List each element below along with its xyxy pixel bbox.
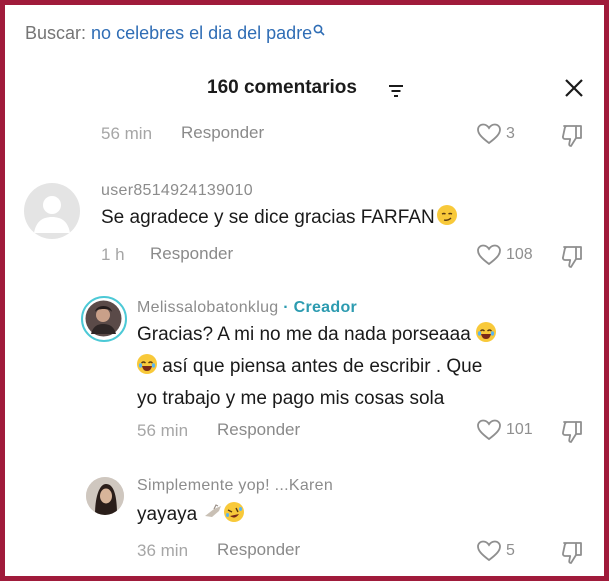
search-label: Buscar: <box>25 23 87 43</box>
comment-username[interactable]: user8514924139010 <box>101 182 253 200</box>
comment-text: yayaya <box>137 499 245 531</box>
comment-username[interactable]: Simplemente yop! ...Karen <box>137 477 333 495</box>
comment-time: 56 min <box>137 421 189 440</box>
profile-photo-icon <box>86 477 124 515</box>
close-icon[interactable] <box>563 77 585 99</box>
like-count: 108 <box>506 246 533 263</box>
search-icon[interactable] <box>313 24 325 36</box>
default-user-icon <box>34 196 70 233</box>
reply-button[interactable]: Responder <box>181 123 264 143</box>
reply-button[interactable]: Responder <box>150 244 233 264</box>
smirk-emoji-icon <box>436 205 457 225</box>
rofl-emoji-icon <box>224 502 245 522</box>
comment-time: 36 min <box>137 541 189 560</box>
comment-time: 1 h <box>101 245 125 264</box>
reply-button[interactable]: Responder <box>217 420 300 440</box>
comment-text: Gracias? A mi no me da nada porseaaa así… <box>137 319 592 415</box>
reply-button[interactable]: Responder <box>217 540 300 560</box>
dislike-icon[interactable] <box>560 540 586 566</box>
heart-icon[interactable] <box>476 243 502 267</box>
like-count: 5 <box>506 542 515 559</box>
heart-icon[interactable] <box>476 122 502 146</box>
avatar[interactable] <box>24 183 80 239</box>
avatar[interactable] <box>86 477 124 515</box>
comment-text: Se agradece y se dice gracias FARFAN <box>101 202 457 234</box>
dislike-icon[interactable] <box>560 419 586 445</box>
hand-emoji-icon <box>202 502 224 522</box>
search-query[interactable]: no celebres el dia del padre <box>91 23 312 43</box>
comments-panel: Buscar: no celebres el dia del padre 160… <box>5 5 604 576</box>
dislike-icon[interactable] <box>560 123 586 149</box>
filter-icon[interactable] <box>388 84 404 98</box>
heart-icon[interactable] <box>476 539 502 563</box>
laughing-emoji-icon <box>137 354 157 374</box>
dislike-icon[interactable] <box>560 244 586 270</box>
creator-avatar[interactable] <box>81 296 127 342</box>
like-count: 3 <box>506 125 515 142</box>
laughing-emoji-icon <box>476 322 497 342</box>
creator-badge: · Creador <box>283 299 358 316</box>
comment-time: 56 min <box>101 124 153 143</box>
search-bar[interactable]: Buscar: no celebres el dia del padre <box>25 23 325 44</box>
creator-username[interactable]: Melissalobatonklug · Creador <box>137 299 357 317</box>
like-count: 101 <box>506 421 533 438</box>
heart-icon[interactable] <box>476 418 502 442</box>
profile-photo-icon <box>85 300 122 337</box>
comments-count-title: 160 comentarios <box>207 77 357 98</box>
